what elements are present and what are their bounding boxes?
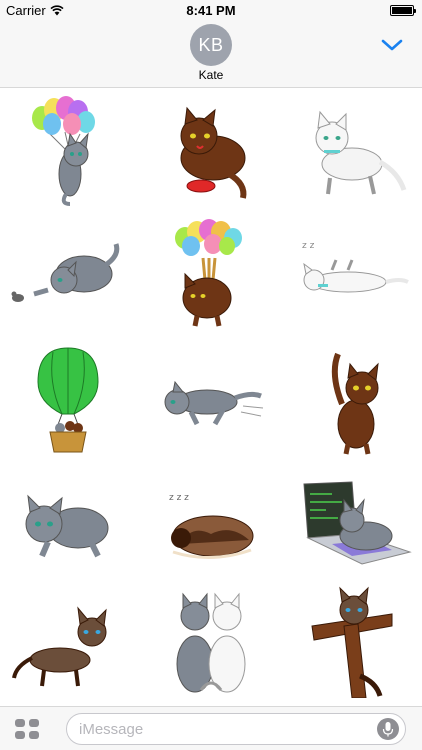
sticker-brown-cat-balloons[interactable]	[151, 218, 271, 330]
status-bar: Carrier 8:41 PM	[0, 0, 422, 22]
contact-name[interactable]: Kate	[0, 68, 422, 82]
microphone-icon[interactable]	[377, 718, 399, 740]
sticker-gray-cat-balloons[interactable]	[10, 94, 130, 206]
chevron-down-icon[interactable]	[380, 36, 404, 54]
sticker-siamese-cat-tree[interactable]	[292, 586, 412, 698]
sticker-gray-cat-crouching[interactable]	[8, 464, 128, 576]
sticker-gray-cat-laptop[interactable]	[292, 464, 412, 576]
svg-text:z z z: z z z	[169, 493, 189, 503]
sticker-two-cats-back[interactable]	[151, 586, 271, 698]
conversation-header: KB Kate	[0, 22, 422, 88]
compose-bar: iMessage	[0, 706, 422, 750]
message-placeholder: iMessage	[79, 721, 144, 738]
sticker-white-cat-sleeping[interactable]: z z	[292, 218, 412, 330]
sticker-siamese-cat-walking[interactable]	[8, 586, 128, 698]
message-input[interactable]: iMessage	[66, 713, 406, 745]
svg-text:z z: z z	[302, 241, 315, 251]
sticker-brown-cat-sleeping[interactable]: z z z	[151, 464, 271, 576]
sticker-gray-cat-leaping[interactable]	[151, 344, 271, 456]
sticker-hot-air-balloon[interactable]	[8, 344, 128, 456]
sticker-grid: z z z z z	[0, 90, 422, 706]
battery-icon	[390, 5, 416, 16]
status-time: 8:41 PM	[186, 3, 236, 18]
sticker-white-cat-walking[interactable]	[292, 94, 412, 206]
sticker-brown-cat-sitting[interactable]	[294, 344, 414, 456]
sticker-gray-cat-mouse[interactable]	[4, 218, 124, 330]
apps-grid-icon[interactable]	[14, 718, 40, 740]
sticker-brown-cat-bowl[interactable]	[151, 94, 271, 206]
avatar[interactable]: KB	[190, 24, 232, 66]
